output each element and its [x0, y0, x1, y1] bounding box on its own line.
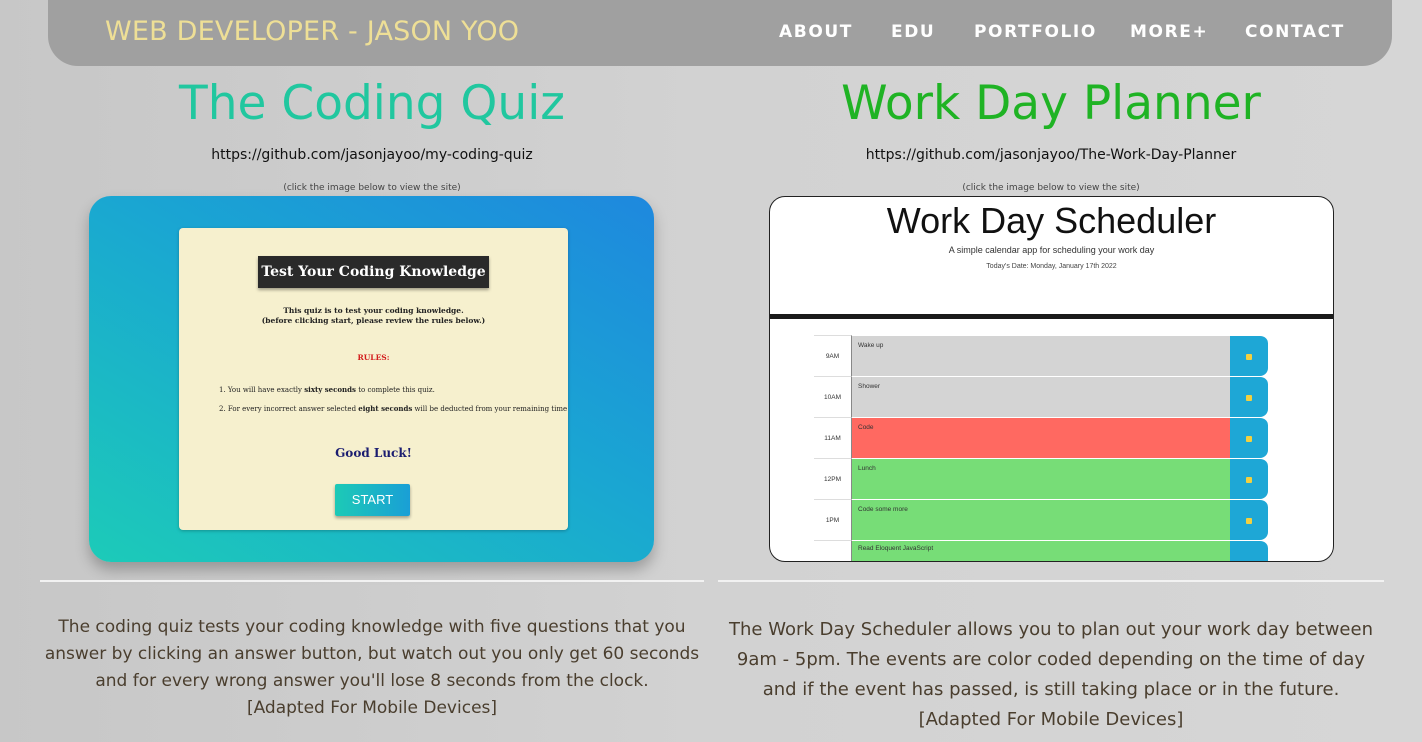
divider [40, 580, 704, 582]
planner-hour: 11AM [814, 417, 852, 458]
quiz-rule: 1. You will have exactly sixty seconds t… [219, 385, 435, 394]
save-icon [1230, 335, 1268, 376]
planner-hour: 10AM [814, 376, 852, 417]
floppy-icon [1246, 354, 1252, 360]
quiz-rule-bold: eight seconds [358, 404, 413, 413]
repo-link[interactable]: https://github.com/jasonjayoo/The-Work-D… [718, 147, 1384, 163]
save-icon [1230, 540, 1268, 561]
quiz-rule: 2. For every incorrect answer selected e… [219, 404, 567, 413]
description-text: The Work Day Scheduler allows you to pla… [729, 619, 1373, 700]
planner-hour [814, 540, 852, 561]
repo-link[interactable]: https://github.com/jasonjayoo/my-coding-… [40, 147, 704, 163]
project-description: The Work Day Scheduler allows you to pla… [718, 615, 1384, 735]
planner-date: Today's Date: Monday, January 17th 2022 [986, 263, 1117, 270]
quiz-start-button: START [335, 484, 410, 516]
planner-row: 11AM Code [814, 417, 1268, 458]
planner-row: 10AM Shower [814, 376, 1268, 417]
planner-event: Shower [852, 376, 1230, 417]
quiz-intro: This quiz is to test your coding knowled… [179, 306, 568, 326]
nav-link-more[interactable]: MORE+ [1130, 22, 1208, 42]
quiz-rules-label: RULES: [357, 353, 390, 362]
nav-link-contact[interactable]: CONTACT [1245, 22, 1345, 42]
save-icon [1230, 376, 1268, 417]
project-title: The Coding Quiz [179, 76, 565, 131]
click-hint: (click the image below to view the site) [962, 183, 1140, 193]
project-description: The coding quiz tests your coding knowle… [40, 614, 704, 722]
nav-link-about[interactable]: ABOUT [779, 22, 853, 42]
mobile-note: [Adapted For Mobile Devices] [246, 698, 498, 718]
quiz-preview-image[interactable]: Test Your Coding Knowledge This quiz is … [89, 196, 654, 562]
quiz-rule-text: to complete this quiz. [355, 386, 435, 394]
planner-row: Read Eloquent JavaScript [814, 540, 1268, 561]
save-icon [1230, 458, 1268, 499]
floppy-icon [1246, 436, 1252, 442]
divider [718, 580, 1384, 582]
quiz-heading: Test Your Coding Knowledge [258, 256, 489, 288]
quiz-intro-line: This quiz is to test your coding knowled… [283, 306, 464, 315]
save-icon [1230, 417, 1268, 458]
planner-preview-image[interactable]: Work Day Scheduler A simple calendar app… [769, 196, 1334, 562]
planner-event: Wake up [852, 335, 1230, 376]
quiz-good-luck: Good Luck! [335, 446, 412, 460]
nav-link-portfolio[interactable]: PORTFOLIO [974, 22, 1097, 42]
quiz-card: Test Your Coding Knowledge This quiz is … [179, 228, 568, 530]
planner-hour: 1PM [814, 499, 852, 540]
click-hint: (click the image below to view the site) [283, 183, 461, 193]
planner-row: 1PM Code some more [814, 499, 1268, 540]
quiz-rule-text: 2. For every incorrect answer selected [219, 405, 359, 413]
quiz-rule-text: 1. You will have exactly [219, 386, 305, 394]
quiz-intro-line: (before clicking start, please review th… [261, 316, 486, 325]
planner-event: Code [852, 417, 1230, 458]
quiz-rule-bold: sixty seconds [304, 385, 356, 394]
project-title: Work Day Planner [841, 76, 1261, 131]
planner-hour: 9AM [814, 335, 852, 376]
planner-event: Code some more [852, 499, 1230, 540]
site-brand[interactable]: WEB DEVELOPER - JASON YOO [105, 16, 519, 47]
planner-header-bar [770, 314, 1333, 319]
planner-row: 9AM Wake up [814, 335, 1268, 376]
mobile-note: [Adapted For Mobile Devices] [918, 709, 1184, 730]
planner-subtitle: A simple calendar app for scheduling you… [948, 245, 1155, 255]
planner-event: Read Eloquent JavaScript [852, 540, 1230, 561]
floppy-icon [1246, 518, 1252, 524]
description-text: The coding quiz tests your coding knowle… [44, 617, 700, 691]
planner-title: Work Day Scheduler [886, 200, 1217, 241]
navbar: WEB DEVELOPER - JASON YOO ABOUT EDU PORT… [48, 0, 1392, 66]
floppy-icon [1246, 395, 1252, 401]
planner-hour: 12PM [814, 458, 852, 499]
quiz-rule-text: will be deducted from your remaining tim… [412, 405, 568, 413]
save-icon [1230, 499, 1268, 540]
planner-row: 12PM Lunch [814, 458, 1268, 499]
nav-link-edu[interactable]: EDU [891, 22, 935, 42]
planner-event: Lunch [852, 458, 1230, 499]
floppy-icon [1246, 477, 1252, 483]
